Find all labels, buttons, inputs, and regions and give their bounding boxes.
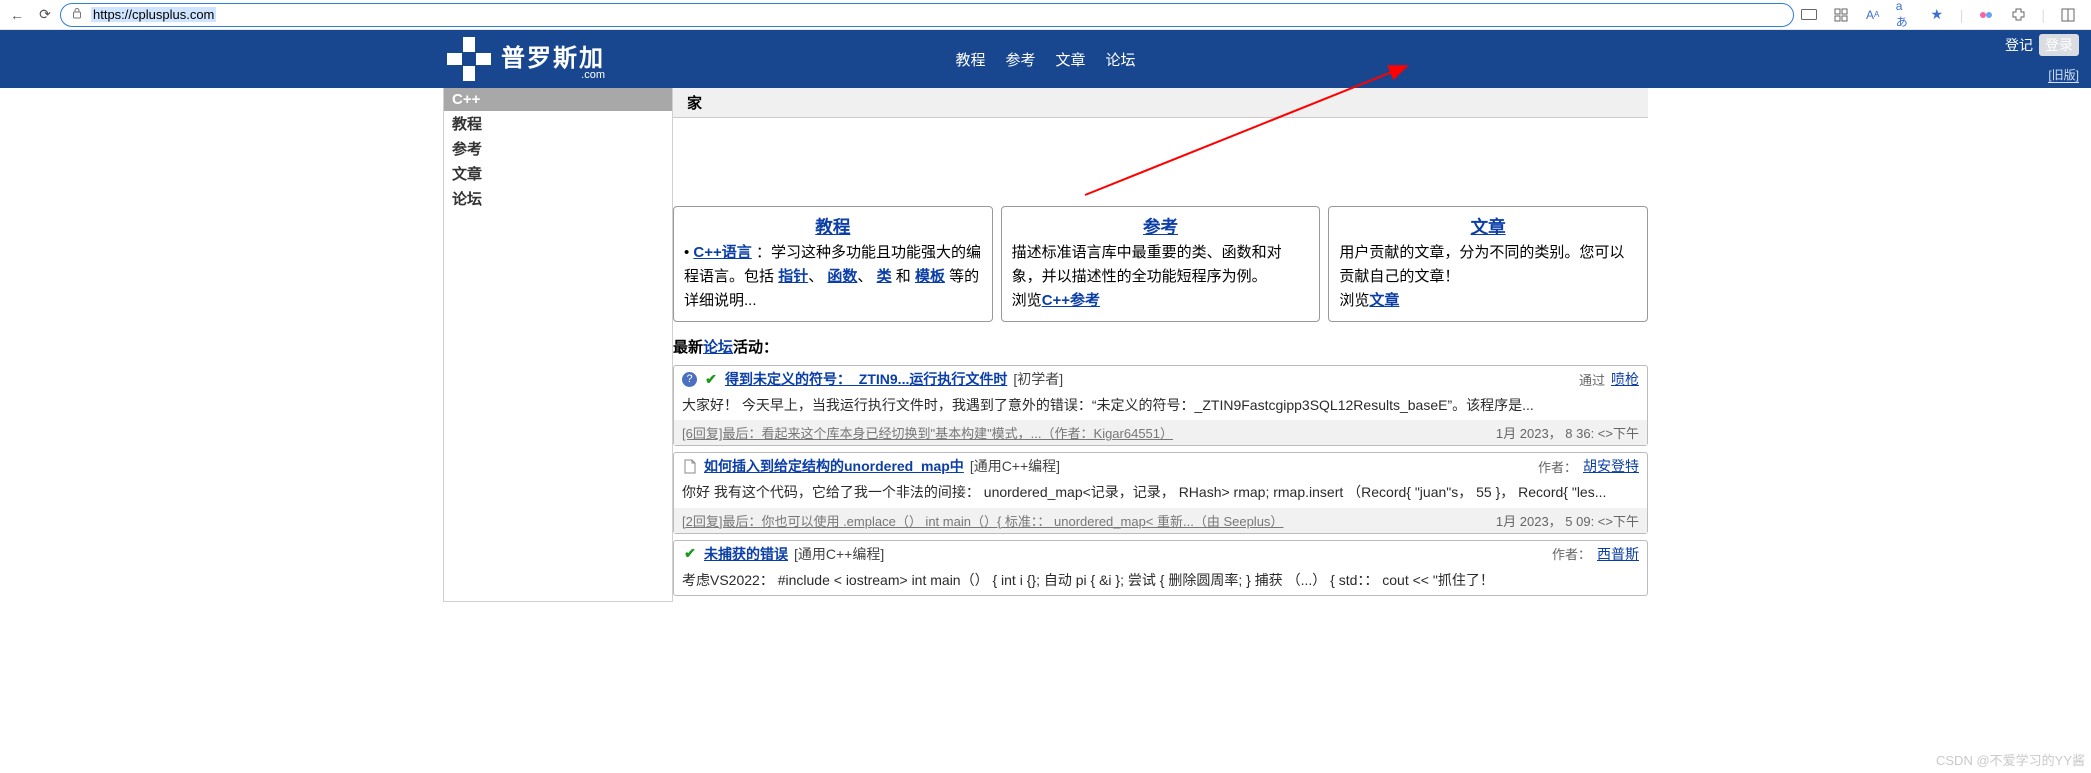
thread-meta: [2回复]最后：你也可以使用 .emplace（） int main（）{ 标准…: [682, 511, 1496, 530]
back-icon[interactable]: ←: [8, 6, 26, 24]
forum-thread: ✔未捕获的错误[通用C++编程]作者：西普斯考虑VS2022： #include…: [673, 540, 1648, 596]
link-browse-reference[interactable]: C++参考: [1042, 292, 1100, 309]
nav-tutorials[interactable]: 教程: [955, 49, 985, 70]
logo[interactable]: 普罗斯加 .com: [447, 37, 605, 81]
lock-icon: [71, 7, 83, 22]
thread-snippet: 考虑VS2022： #include < iostream> int main（…: [674, 567, 1647, 595]
login-button[interactable]: 登录: [2039, 34, 2079, 56]
url-text: https://cplusplus.com: [91, 7, 216, 22]
breadcrumb: 家: [673, 88, 1648, 118]
card-reference-title[interactable]: 参考: [1143, 217, 1178, 237]
thread-author[interactable]: 西普斯: [1597, 544, 1639, 564]
nav-forums[interactable]: 论坛: [1106, 49, 1136, 70]
sidebar-item-articles[interactable]: 文章: [444, 161, 672, 186]
screen-icon[interactable]: [1800, 6, 1818, 24]
copilot-icon[interactable]: [1977, 6, 1995, 24]
legacy-link[interactable]: [旧版]: [2048, 68, 2079, 83]
card-tutorials-title[interactable]: 教程: [815, 217, 850, 237]
card-articles-title[interactable]: 文章: [1471, 217, 1506, 237]
document-icon: [682, 458, 698, 474]
browser-nav-left: ← ⟳: [8, 6, 54, 24]
refresh-icon[interactable]: ⟳: [36, 6, 54, 24]
favorite-star-icon[interactable]: ★: [1928, 6, 1946, 24]
nav-articles[interactable]: 文章: [1056, 49, 1086, 70]
thread-title[interactable]: 得到未定义的符号：_ZTIN9...运行执行文件时: [725, 369, 1007, 389]
content: C++ 教程 参考 文章 论坛 家 教程 • C++语言 ：学习这种多功能且功能…: [443, 88, 1648, 602]
link-templates[interactable]: 模板: [915, 268, 945, 285]
sidebar-item-forums[interactable]: 论坛: [444, 186, 672, 211]
logo-text: 普罗斯加: [501, 45, 605, 72]
account-area: 登记 登录: [2005, 34, 2079, 56]
nav-reference[interactable]: 参考: [1005, 49, 1035, 70]
page-title: 家: [687, 92, 702, 113]
sidebar-head[interactable]: C++: [444, 88, 672, 111]
thread-category: [通用C++编程]: [794, 544, 884, 564]
text-size-icon[interactable]: AA: [1864, 6, 1882, 24]
thread-category: [初学者]: [1013, 369, 1063, 389]
thread-snippet: 大家好！ 今天早上，当我运行执行文件时，我遇到了意外的错误：“未定义的符号：_Z…: [674, 392, 1647, 420]
card-tutorials: 教程 • C++语言 ：学习这种多功能且功能强大的编程语言。包括 指针、 函数、…: [673, 206, 993, 322]
browser-bar: ← ⟳ https://cplusplus.com AA aあ ★ | |: [0, 0, 2091, 30]
register-link[interactable]: 登记: [2005, 35, 2033, 55]
check-icon: ✔: [682, 546, 698, 562]
thread-meta: [6回复]最后：看起来这个库本身已经切换到"基本构建"模式，...（作者：Kig…: [682, 423, 1496, 442]
sidebar-item-tutorials[interactable]: 教程: [444, 111, 672, 136]
link-pointers[interactable]: 指针: [778, 268, 808, 285]
question-icon: ?: [682, 372, 697, 387]
site-header: 普罗斯加 .com 教程 参考 文章 论坛 登记 登录 [旧版]: [0, 30, 2091, 88]
thread-timestamp: 1月 2023， 5 09: <>下午: [1496, 511, 1639, 530]
link-cpp-language[interactable]: C++语言: [693, 244, 751, 261]
sidebar-item-reference[interactable]: 参考: [444, 136, 672, 161]
translate-icon[interactable]: aあ: [1896, 6, 1914, 24]
split-view-icon[interactable]: [2059, 6, 2077, 24]
card-articles: 文章 用户贡献的文章，分为不同的类别。您可以贡献自己的文章！ 浏览文章: [1328, 206, 1648, 322]
thread-snippet: 你好 我有这个代码，它给了我一个非法的间接： unordered_map<记录，…: [674, 479, 1647, 507]
forum-heading: 最新论坛活动：: [673, 336, 1648, 357]
top-nav: 教程 参考 文章 论坛: [955, 49, 1135, 70]
browser-actions: AA aあ ★ | |: [1800, 6, 2083, 24]
forum-thread: 如何插入到给定结构的unordered_map中[通用C++编程]作者：胡安登特…: [673, 452, 1648, 533]
thread-title[interactable]: 如何插入到给定结构的unordered_map中: [704, 456, 964, 476]
card-reference: 参考 描述标准语言库中最重要的类、函数和对象，并以描述性的全功能短程序为例。 浏…: [1001, 206, 1321, 322]
thread-timestamp: 1月 2023， 8 36: <>下午: [1496, 423, 1639, 442]
link-browse-articles[interactable]: 文章: [1369, 292, 1399, 309]
link-forum[interactable]: 论坛: [703, 339, 733, 356]
link-functions[interactable]: 函数: [827, 268, 857, 285]
extensions-icon[interactable]: [2009, 6, 2027, 24]
thread-author[interactable]: 喷枪: [1611, 369, 1639, 389]
address-bar[interactable]: https://cplusplus.com: [60, 3, 1794, 27]
check-icon: ✔: [703, 371, 719, 387]
forum-thread: ?✔得到未定义的符号：_ZTIN9...运行执行文件时[初学者]通过喷枪大家好！…: [673, 365, 1648, 446]
logo-plus-icon: [447, 37, 491, 81]
sidebar: C++ 教程 参考 文章 论坛: [443, 88, 673, 602]
thread-author[interactable]: 胡安登特: [1583, 456, 1639, 476]
thread-title[interactable]: 未捕获的错误: [704, 544, 788, 564]
watermark: CSDN @不爱学习的YY酱: [1936, 750, 2085, 769]
link-classes[interactable]: 类: [877, 268, 892, 285]
card-row: 教程 • C++语言 ：学习这种多功能且功能强大的编程语言。包括 指针、 函数、…: [673, 206, 1648, 322]
grid-icon[interactable]: [1832, 6, 1850, 24]
main: 家 教程 • C++语言 ：学习这种多功能且功能强大的编程语言。包括 指针、 函…: [673, 88, 1648, 602]
thread-category: [通用C++编程]: [970, 456, 1060, 476]
